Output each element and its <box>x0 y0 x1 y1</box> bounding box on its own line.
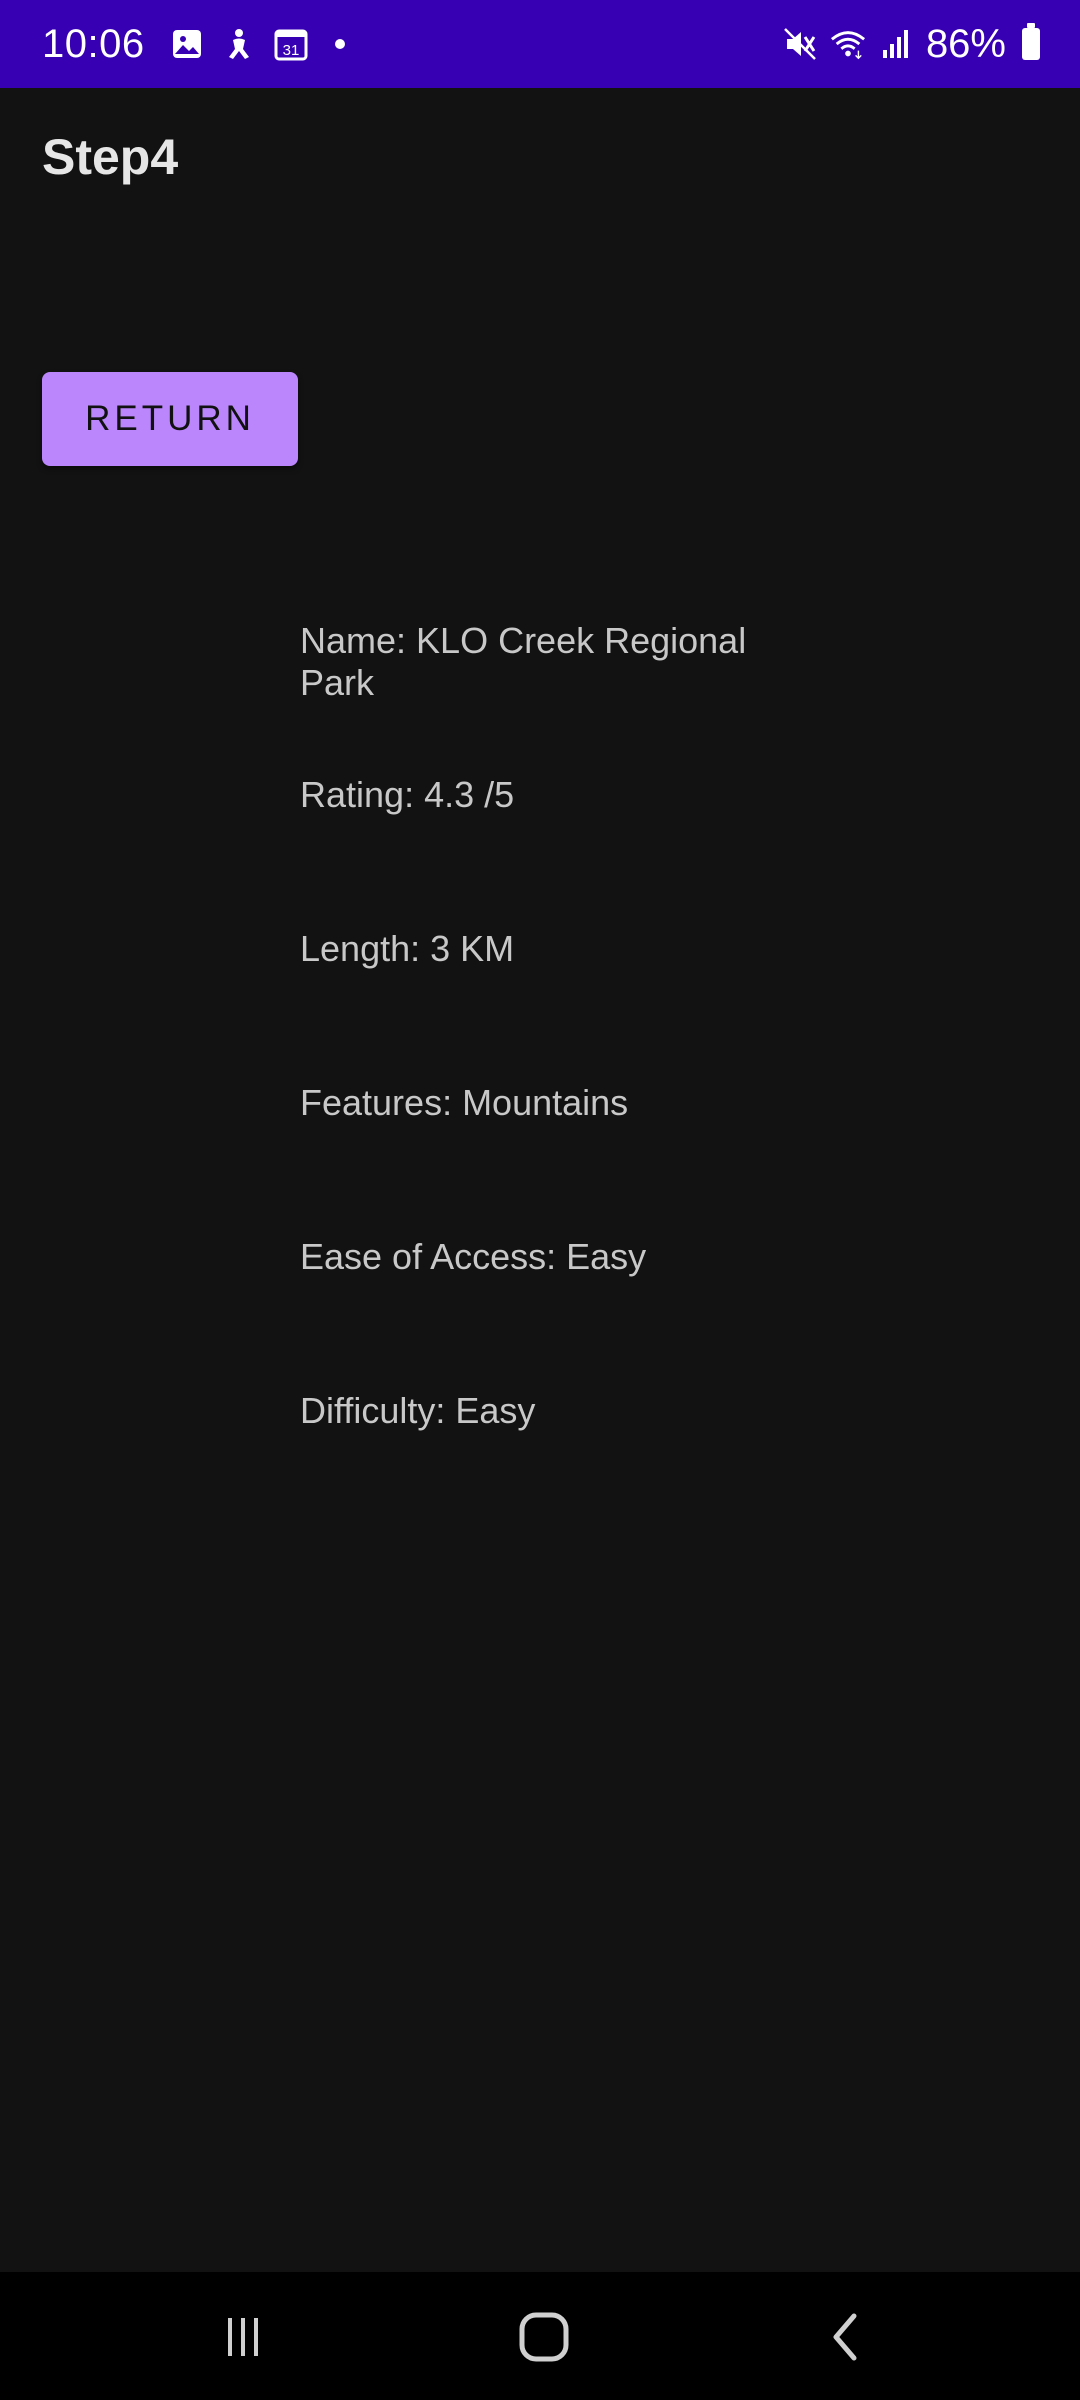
status-time: 10:06 <box>42 21 145 66</box>
battery-percentage: 86% <box>925 21 1006 66</box>
recent-apps-icon[interactable] <box>208 2302 278 2372</box>
wifi-icon <box>830 26 866 62</box>
signal-icon <box>878 26 914 62</box>
status-right: 86% <box>782 0 1040 88</box>
trail-difficulty: Difficulty: Easy <box>300 1390 536 1431</box>
calendar-icon: 31 <box>273 26 309 62</box>
status-left: 10:06 31 <box>42 0 345 88</box>
trail-length: Length: 3 KM <box>300 928 515 969</box>
home-icon[interactable] <box>509 2302 579 2372</box>
status-bar: 10:06 31 86% <box>0 0 1080 88</box>
trail-features: Features: Mountains <box>300 1082 629 1123</box>
return-button[interactable]: RETURN <box>42 372 298 466</box>
navigation-bar <box>0 2272 1080 2400</box>
notification-dot-icon <box>334 39 345 49</box>
trail-name: Name: KLO Creek Regional Park <box>300 620 747 703</box>
page-title: Step4 <box>42 129 179 185</box>
battery-icon <box>1022 23 1040 60</box>
mute-icon <box>782 26 818 62</box>
back-icon[interactable] <box>812 2302 882 2372</box>
gallery-icon <box>169 26 205 62</box>
trail-access: Ease of Access: Easy <box>300 1236 647 1277</box>
trail-rating: Rating: 4.3 /5 <box>300 774 515 815</box>
accessibility-icon <box>221 26 257 62</box>
calendar-day-text: 31 <box>282 42 299 59</box>
screen: 10:06 31 86% Step4 RETURN Name: KLO Cree… <box>0 0 1080 2400</box>
